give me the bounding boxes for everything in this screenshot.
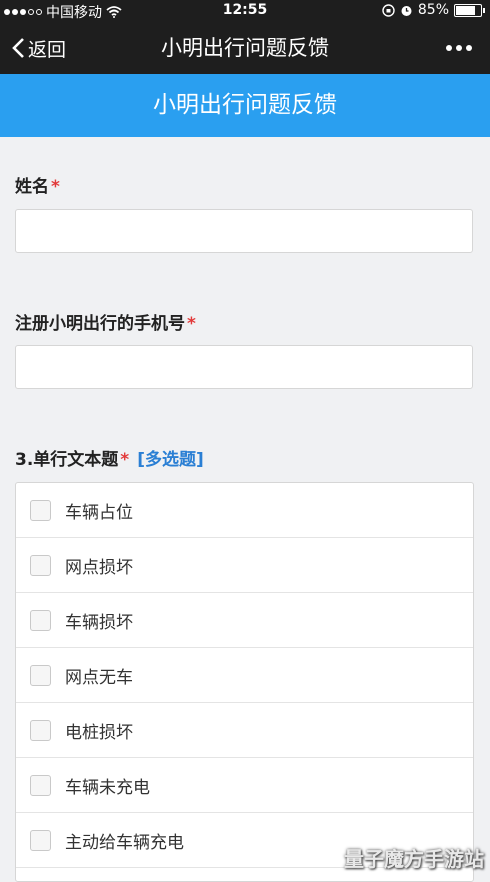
- checkbox[interactable]: [30, 609, 51, 631]
- form-title-banner: 小明出行问题反馈: [0, 74, 490, 137]
- battery-icon: [454, 3, 485, 17]
- option-label: 网点损坏: [65, 557, 133, 578]
- chevron-left-icon: [12, 38, 24, 58]
- nav-title: 小明出行问题反馈: [161, 36, 329, 60]
- question-text: 3.单行文本题: [15, 450, 119, 470]
- more-options-button[interactable]: [446, 22, 472, 74]
- checkbox[interactable]: [30, 499, 51, 521]
- option-row[interactable]: 车辆占位: [16, 483, 473, 538]
- more-dots-icon: [446, 45, 452, 51]
- option-label: 主动给车辆充电: [65, 832, 184, 853]
- option-row[interactable]: 车辆未充电: [16, 758, 473, 813]
- required-mark: *: [120, 450, 130, 470]
- back-button[interactable]: 返回: [12, 22, 66, 74]
- option-row[interactable]: 车辆损坏: [16, 593, 473, 648]
- option-label: 车辆未充电: [65, 777, 150, 798]
- status-bar: 中国移动 12:55 85%: [0, 0, 490, 22]
- required-mark: *: [187, 314, 196, 334]
- option-label: 网点无车: [65, 667, 133, 688]
- checkbox[interactable]: [30, 554, 51, 576]
- required-mark: *: [51, 177, 60, 197]
- checkbox[interactable]: [30, 719, 51, 741]
- question-issue-label: 3.单行文本题 * [多选题]: [15, 445, 204, 470]
- back-label: 返回: [28, 38, 67, 61]
- checkbox[interactable]: [30, 829, 51, 851]
- question-name-label: 姓名 *: [15, 172, 60, 197]
- checkbox[interactable]: [30, 664, 51, 686]
- question-text: 姓名: [15, 177, 49, 197]
- option-label: 车辆损坏: [65, 612, 133, 633]
- battery-percent: 85%: [417, 2, 449, 18]
- option-row[interactable]: 网点无车: [16, 648, 473, 703]
- issue-options-list: 车辆占位 网点损坏 车辆损坏 网点无车 电桩损坏 车辆未充电 主动给车辆充电: [15, 482, 474, 882]
- option-row[interactable]: 电桩损坏: [16, 703, 473, 758]
- option-label: 电桩损坏: [65, 722, 133, 743]
- site-watermark: 量子魔方手游站: [344, 847, 484, 871]
- option-row[interactable]: 网点损坏: [16, 538, 473, 593]
- question-text: 注册小明出行的手机号: [15, 314, 185, 334]
- phone-input[interactable]: [15, 345, 473, 389]
- name-input[interactable]: [15, 209, 473, 253]
- question-phone-label: 注册小明出行的手机号 *: [15, 309, 196, 334]
- rotation-lock-icon: [382, 3, 395, 17]
- alarm-icon: [401, 5, 412, 16]
- status-right: 85%: [382, 2, 485, 18]
- multi-choice-tag: [多选题]: [137, 450, 204, 470]
- option-label: 车辆占位: [65, 502, 133, 523]
- checkbox[interactable]: [30, 774, 51, 796]
- nav-bar: 返回 小明出行问题反馈: [0, 22, 490, 74]
